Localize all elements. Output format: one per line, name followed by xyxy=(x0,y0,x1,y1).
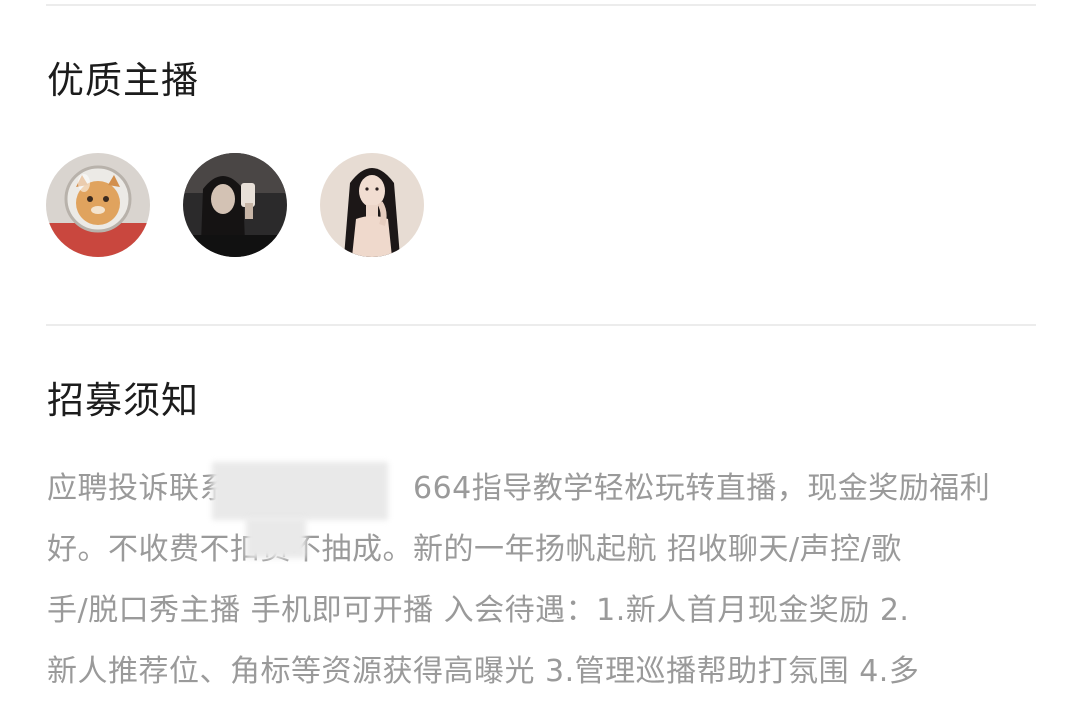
notice-line: 好。不收费不扣费不抽成。新的一年扬帆起航 招收聊天/声控/歌 xyxy=(47,532,902,567)
section-title-recruit-notice: 招募须知 xyxy=(47,379,199,422)
anchor-avatar-list xyxy=(46,153,424,257)
long-hair-portrait-avatar-icon xyxy=(320,153,424,257)
notice-line: 新人推荐位、角标等资源获得高曝光 3.管理巡播帮助打氛围 4.多 xyxy=(47,654,920,689)
redaction-blur xyxy=(246,518,306,558)
dark-selfie-avatar-icon xyxy=(183,153,287,257)
anchor-avatar-1[interactable] xyxy=(46,153,150,257)
notice-line: 手/脱口秀主播 手机即可开播 入会待遇：1.新人首月现金奖励 2. xyxy=(47,593,910,628)
astronaut-cat-avatar-icon xyxy=(46,153,150,257)
section-title-quality-anchors: 优质主播 xyxy=(47,59,199,102)
section-divider xyxy=(46,324,1036,326)
recruit-notice-text: 应聘投诉联系 664指导教学轻松玩转直播，现金奖励福利 好。不收费不扣费不抽成。… xyxy=(47,458,1037,702)
recruit-page: 优质主播 招募须知 应聘投诉联系 664指导教学轻松玩转直播，现金奖励福利 好。… xyxy=(0,0,1080,716)
top-divider xyxy=(46,4,1036,6)
anchor-avatar-3[interactable] xyxy=(320,153,424,257)
notice-line: 应聘投诉联系 664指导教学轻松玩转直播，现金奖励福利 xyxy=(47,471,991,506)
anchor-avatar-2[interactable] xyxy=(183,153,287,257)
redaction-blur xyxy=(212,462,388,520)
